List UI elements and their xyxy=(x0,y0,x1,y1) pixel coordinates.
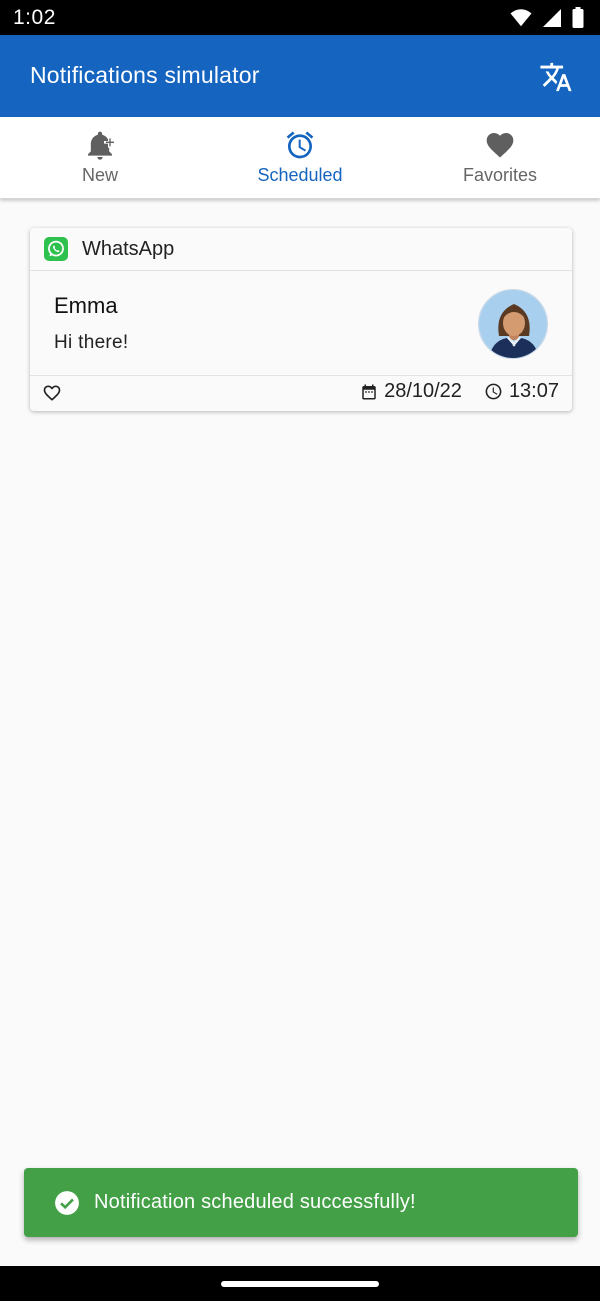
wifi-icon xyxy=(510,8,532,26)
snackbar-text: Notification scheduled successfully! xyxy=(94,1191,416,1213)
tab-scheduled[interactable]: Scheduled xyxy=(200,117,400,198)
sender-name: Emma xyxy=(54,293,118,318)
notification-card[interactable]: WhatsApp Emma Hi there! 28/10/22 13:07 xyxy=(30,228,572,411)
home-handle[interactable] xyxy=(221,1281,379,1287)
tab-new[interactable]: New xyxy=(0,117,200,198)
calendar-icon xyxy=(362,384,376,399)
card-footer: 28/10/22 13:07 xyxy=(30,376,572,410)
message-text: Hi there! xyxy=(54,332,129,353)
system-nav-bar xyxy=(0,1266,600,1301)
tab-label: New xyxy=(81,165,118,185)
clock-icon xyxy=(485,383,502,400)
woman-avatar-icon xyxy=(479,290,547,358)
avatar xyxy=(478,289,548,359)
translate-button[interactable] xyxy=(534,55,578,99)
tab-label: Scheduled xyxy=(257,165,343,185)
favorite-button[interactable] xyxy=(42,383,62,408)
alarm-icon xyxy=(286,131,314,159)
check-circle-icon xyxy=(55,1190,79,1215)
tab-bar: New Scheduled Favorites xyxy=(0,117,600,199)
whatsapp-icon xyxy=(44,237,68,261)
app-bar: Notifications simulator xyxy=(0,35,600,117)
status-bar: 1:02 xyxy=(0,0,600,35)
heart-outline-icon xyxy=(43,385,61,401)
battery-icon xyxy=(572,7,584,28)
heart-icon xyxy=(486,133,514,158)
card-body: Emma Hi there! xyxy=(30,271,572,376)
signal-icon xyxy=(543,8,561,27)
schedule-date: 28/10/22 xyxy=(384,380,462,402)
app-title: Notifications simulator xyxy=(30,62,260,88)
card-header: WhatsApp xyxy=(30,228,572,271)
status-icons xyxy=(510,7,584,28)
app-name: WhatsApp xyxy=(82,237,175,260)
status-time: 1:02 xyxy=(13,6,56,29)
schedule-time: 13:07 xyxy=(508,380,559,402)
translate-icon xyxy=(540,62,572,92)
snackbar: Notification scheduled successfully! xyxy=(24,1168,578,1237)
tab-label: Favorites xyxy=(462,165,538,185)
schedule-meta: 28/10/22 13:07 xyxy=(360,380,559,403)
add-alert-icon xyxy=(88,131,115,160)
tab-favorites[interactable]: Favorites xyxy=(400,117,600,198)
